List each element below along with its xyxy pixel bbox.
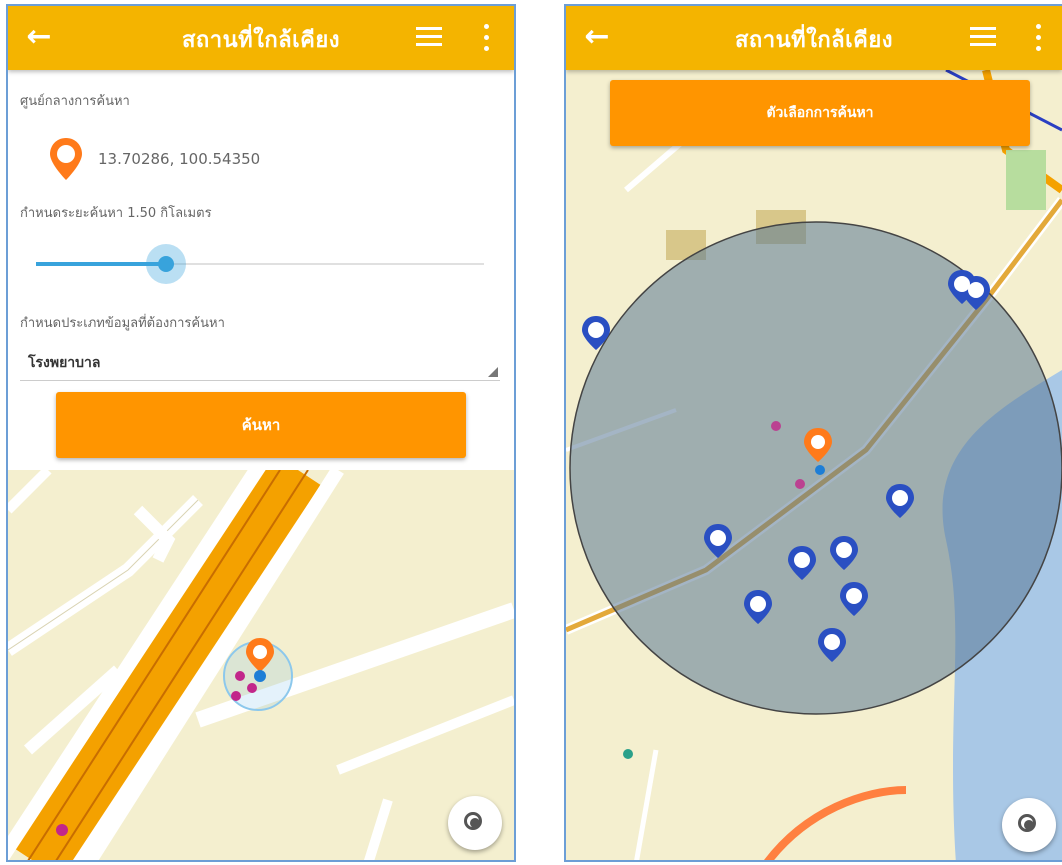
map-canvas[interactable] [8,470,514,862]
my-location-button[interactable] [448,796,502,850]
more-vert-icon[interactable] [482,24,490,52]
map-canvas[interactable] [566,70,1062,862]
radius-label: กำหนดระยะค้นหา 1.50 กิโลเมตร [20,206,212,221]
dropdown-caret-icon [488,367,498,377]
map-view[interactable] [566,70,1062,860]
coordinates-value: 13.70286, 100.54350 [98,150,261,168]
list-view-icon[interactable] [416,26,442,48]
my-location-button[interactable] [1002,798,1056,852]
phone-screen-right: ← สถานที่ใกล้เคียง ตัวเลือกการค้นหา [564,4,1062,862]
data-type-label: กำหนดประเภทข้อมูลที่ต้องการค้นหา [20,316,225,331]
app-bar: ← สถานที่ใกล้เคียง [566,6,1062,70]
app-bar: ← สถานที่ใกล้เคียง [8,6,514,70]
radius-slider-handle[interactable] [158,256,174,272]
data-type-value: โรงพยาบาล [28,355,101,371]
search-center-label: ศูนย์กลางการค้นหา [20,94,130,109]
list-view-icon[interactable] [970,26,996,48]
data-type-select[interactable]: โรงพยาบาล [20,346,500,381]
search-button[interactable]: ค้นหา [56,392,466,458]
search-options-button[interactable]: ตัวเลือกการค้นหา [610,80,1030,146]
phone-screen-left: ← สถานที่ใกล้เคียง ศูนย์กลางการค้นหา 13.… [6,4,516,862]
map-view[interactable] [8,470,514,860]
search-options-panel: ศูนย์กลางการค้นหา 13.70286, 100.54350 กำ… [8,70,514,470]
location-pin-icon [50,138,82,180]
more-vert-icon[interactable] [1034,24,1042,52]
